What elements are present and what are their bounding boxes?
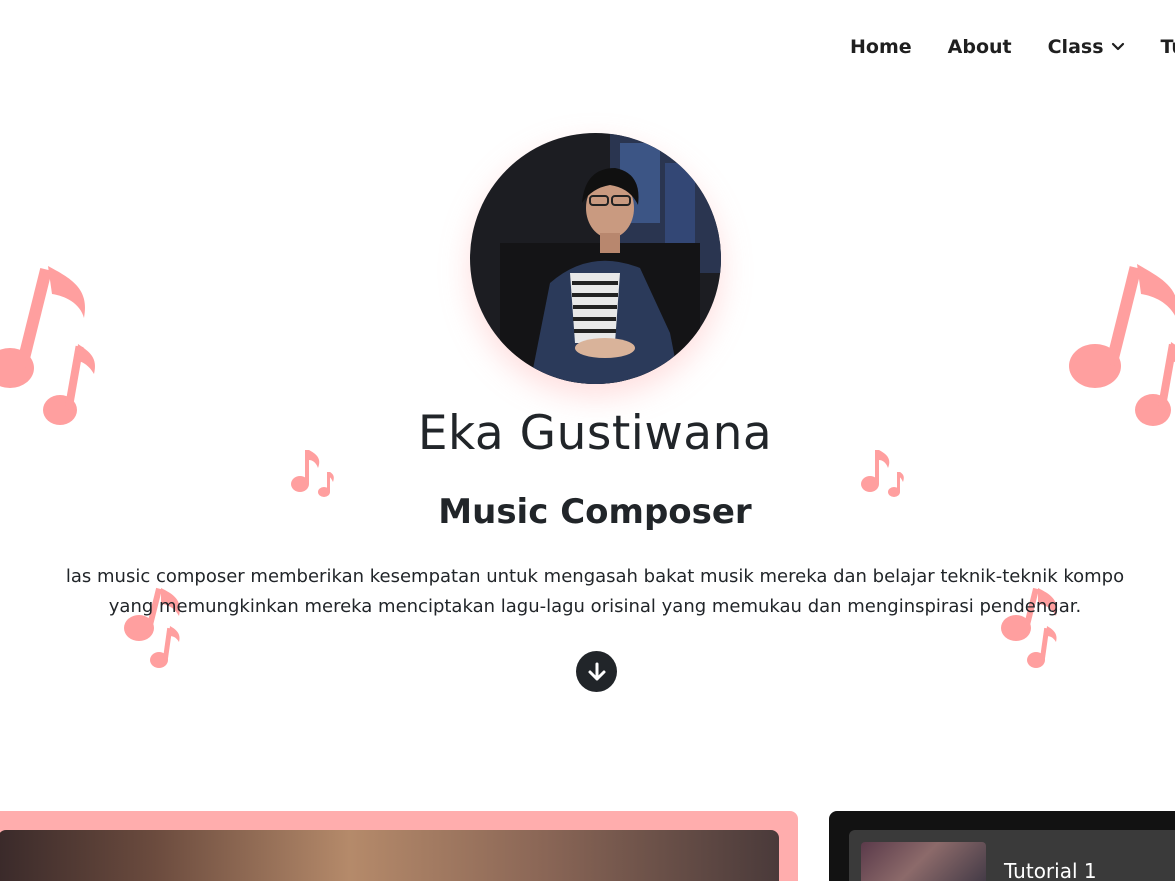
hero-description: las music composer memberikan kesempatan… (0, 562, 1175, 622)
hero-description-line-1: las music composer memberikan kesempatan… (65, 566, 1125, 587)
tutorial-thumbnail (861, 842, 986, 881)
nav-home[interactable]: Home (850, 36, 912, 58)
nav-about-label: About (947, 36, 1012, 58)
class-video-card (0, 811, 798, 881)
nav-about[interactable]: About (948, 36, 1012, 58)
avatar-photo (470, 133, 721, 384)
nav-class-dropdown[interactable]: Class (1048, 36, 1125, 58)
scroll-down-button[interactable] (576, 651, 617, 692)
tutorial-list-item[interactable]: Tutorial 1 (849, 830, 1175, 881)
nav-home-label: Home (850, 36, 912, 58)
tutorial-title: Tutorial 1 (1004, 859, 1097, 881)
arrow-down-icon (588, 662, 605, 680)
nav-tutorial-label: Tu (1160, 36, 1175, 58)
tutorial-list-card: Tutorial 1 (829, 811, 1175, 881)
main-nav: Home About Class Tu (850, 36, 1175, 58)
chevron-down-icon (1111, 42, 1124, 51)
avatar (470, 133, 721, 384)
nav-class-label: Class (1047, 36, 1104, 58)
hero-description-line-2: yang memungkinkan mereka menciptakan lag… (108, 596, 1082, 617)
hero-name: Eka Gustiwana (417, 406, 773, 461)
hero-role: Music Composer (438, 492, 752, 532)
nav-tutorial[interactable]: Tu (1161, 36, 1175, 58)
class-video-thumbnail[interactable] (0, 830, 779, 881)
